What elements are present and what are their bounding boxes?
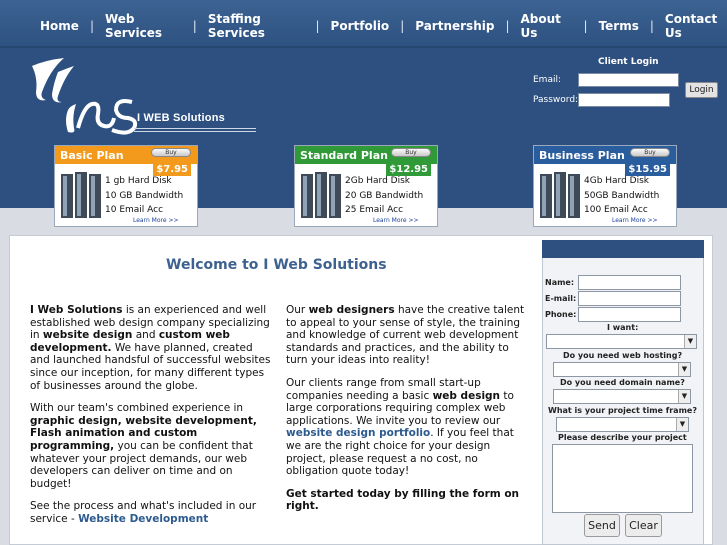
chevron-down-icon: ▼	[676, 418, 688, 431]
nav-separator: |	[649, 19, 654, 33]
buy-button[interactable]: Buy	[151, 148, 191, 157]
hosting-label: Do you need web hosting?	[563, 351, 683, 360]
experience-paragraph: With our team's combined experience in g…	[30, 402, 275, 490]
send-button[interactable]: Send	[584, 514, 620, 537]
nav-partnership[interactable]: Partnership	[415, 19, 494, 33]
designers-paragraph: Our web designers have the creative tale…	[286, 304, 532, 367]
buy-button[interactable]: Buy	[630, 148, 670, 157]
plan-business[interactable]: Business Plan Buy $15.95 4Gb Hard Disk 5…	[533, 145, 677, 227]
login-password-label: Password:	[533, 95, 579, 105]
client-login-title: Client Login	[598, 57, 659, 67]
plan-basic[interactable]: Basic Plan Buy $7.95 1 gb Hard Disk 10 G…	[54, 145, 198, 227]
plan-name: Business Plan	[539, 149, 625, 162]
want-label: I want:	[607, 323, 639, 332]
domain-label: Do you need domain name?	[560, 378, 685, 387]
logo-underline	[134, 131, 256, 132]
text: With our team's combined experience in	[30, 402, 244, 415]
logo-mark-icon[interactable]	[28, 58, 258, 136]
keyword: web designers	[308, 304, 395, 316]
plan-feature: 4Gb Hard Disk	[584, 176, 650, 186]
plan-feature: 1 gb Hard Disk	[105, 176, 172, 186]
nav-separator: |	[400, 19, 405, 33]
plan-price: $12.95	[386, 163, 431, 176]
login-button[interactable]: Login	[685, 82, 718, 98]
page-title: Welcome to I Web Solutions	[166, 257, 387, 273]
nav-separator: |	[89, 19, 94, 33]
chevron-down-icon: ▼	[678, 390, 690, 403]
portfolio-link[interactable]: website design portfolio	[286, 427, 430, 439]
text: Our	[286, 304, 309, 316]
login-email-input[interactable]	[578, 73, 679, 87]
chevron-down-icon: ▼	[678, 363, 690, 376]
nav-home[interactable]: Home	[40, 19, 79, 33]
website-development-link[interactable]: Website Development	[78, 513, 208, 525]
learn-more-link[interactable]: Learn More >>	[373, 217, 419, 224]
project-description-textarea[interactable]	[552, 444, 693, 513]
keyword: website design	[42, 329, 133, 342]
nav-separator: |	[315, 19, 320, 33]
plan-standard[interactable]: Standard Plan Buy $12.95 2Gb Hard Disk 2…	[294, 145, 438, 227]
top-navigation: Home | Web Services | Staffing Services …	[0, 0, 727, 48]
text: and	[132, 329, 159, 342]
server-icon	[540, 172, 580, 218]
nav-separator: |	[505, 19, 510, 33]
hosting-select[interactable]: ▼	[553, 362, 691, 377]
server-icon	[301, 172, 341, 218]
plan-header: Business Plan Buy	[534, 146, 676, 164]
plan-feature: 2Gb Hard Disk	[345, 176, 411, 186]
process-paragraph: See the process and what's included in o…	[30, 500, 275, 525]
company-name: I Web Solutions	[30, 304, 123, 316]
logo-underline	[134, 128, 256, 129]
nav-separator: |	[192, 19, 197, 33]
plan-feature: 25 Email Acc	[345, 205, 404, 215]
nav-terms[interactable]: Terms	[599, 19, 639, 33]
learn-more-link[interactable]: Learn More >>	[612, 217, 658, 224]
server-icon	[61, 172, 101, 218]
logo-text: I WEB Solutions	[137, 112, 225, 124]
name-input[interactable]	[578, 275, 681, 290]
timeframe-select[interactable]: ▼	[556, 417, 689, 432]
email-input[interactable]	[578, 291, 681, 306]
plan-feature: 50GB Bandwidth	[584, 191, 660, 201]
describe-label: Please describe your project	[558, 433, 687, 442]
login-email-label: Email:	[533, 75, 562, 85]
plan-price: $7.95	[153, 163, 191, 176]
phone-input[interactable]	[578, 307, 681, 322]
plan-header: Standard Plan Buy	[295, 146, 437, 164]
nav-separator: |	[583, 19, 588, 33]
plan-feature: 20 GB Bandwidth	[345, 191, 424, 201]
plan-name: Basic Plan	[60, 149, 124, 162]
timeframe-label: What is your project time frame?	[548, 406, 697, 415]
phone-label: Phone:	[545, 310, 577, 319]
form-header	[542, 240, 704, 258]
left-column: I Web Solutions is an experienced and we…	[30, 304, 275, 536]
cta-text: Get started today by filling the form on…	[286, 487, 520, 513]
right-column: Our web designers have the creative tale…	[286, 304, 532, 523]
plan-header: Basic Plan Buy	[55, 146, 197, 164]
nav-portfolio[interactable]: Portfolio	[331, 19, 390, 33]
want-select[interactable]: ▼	[546, 334, 697, 349]
name-label: Name:	[545, 278, 575, 287]
plan-feature: 10 GB Bandwidth	[105, 191, 184, 201]
plan-name: Standard Plan	[300, 149, 388, 162]
cta-paragraph: Get started today by filling the form on…	[286, 488, 532, 513]
keyword: web design	[432, 389, 501, 402]
learn-more-link[interactable]: Learn More >>	[133, 217, 179, 224]
email-label: E-mail:	[545, 294, 577, 303]
clients-paragraph: Our clients range from small start-up co…	[286, 377, 532, 478]
buy-button[interactable]: Buy	[391, 148, 431, 157]
login-password-input[interactable]	[578, 93, 670, 107]
domain-select[interactable]: ▼	[553, 389, 691, 404]
intro-paragraph: I Web Solutions is an experienced and we…	[30, 304, 275, 392]
plan-feature: 100 Email Acc	[584, 205, 648, 215]
plan-price: $15.95	[625, 163, 670, 176]
nav-contact-us[interactable]: Contact Us	[665, 12, 727, 40]
plan-feature: 10 Email Acc	[105, 205, 164, 215]
nav-web-services[interactable]: Web Services	[105, 12, 182, 40]
chevron-down-icon: ▼	[684, 335, 696, 348]
clear-button[interactable]: Clear	[625, 514, 662, 537]
nav-about-us[interactable]: About Us	[521, 12, 573, 40]
nav-staffing-services[interactable]: Staffing Services	[208, 12, 305, 40]
